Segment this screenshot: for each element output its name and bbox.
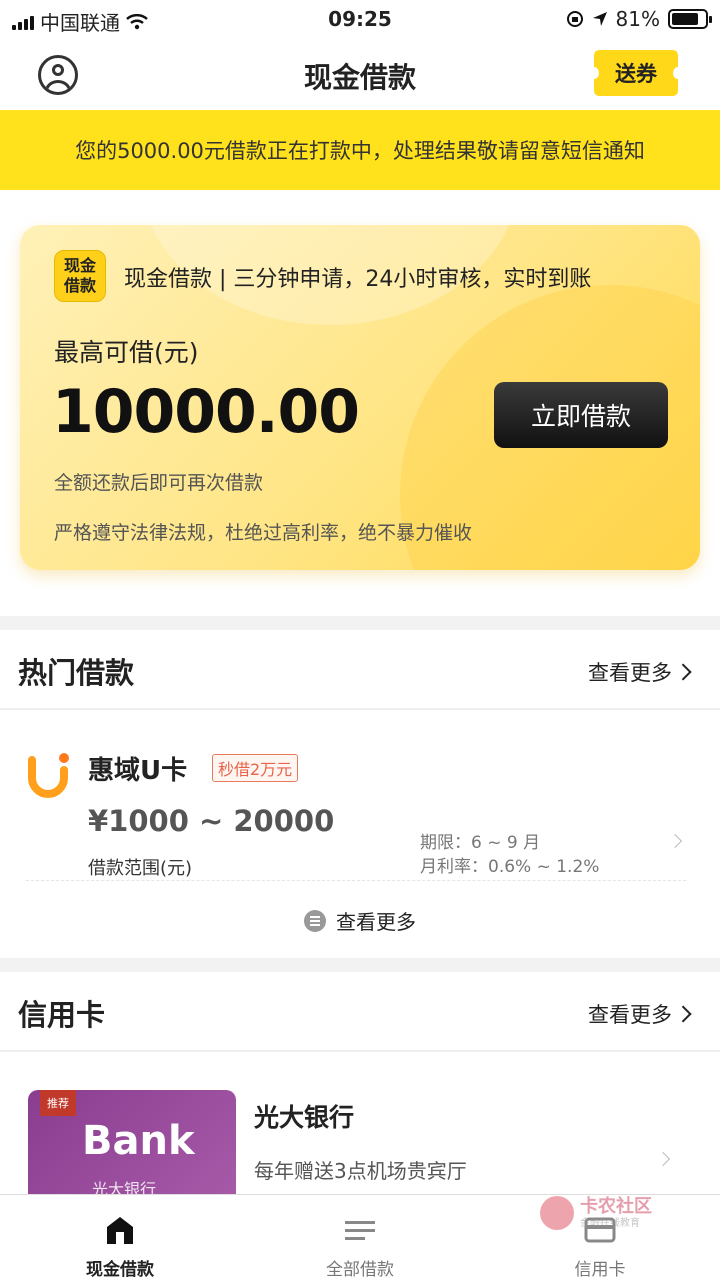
status-right: 81% — [566, 7, 712, 31]
list-icon — [345, 1221, 375, 1240]
tab-label: 信用卡 — [574, 1260, 626, 1280]
notice-banner: 您的5000.00元借款正在打款中，处理结果敬请留意短信通知 — [0, 110, 720, 190]
coupon-button[interactable]: 送券 — [589, 50, 683, 96]
hot-loans-section: 热门借款 查看更多 惠域U卡 秒借2万元 ¥1000 ~ 20000 借款范围(… — [0, 630, 720, 958]
tab-label: 全部借款 — [326, 1260, 394, 1280]
chevron-right-icon — [674, 1005, 692, 1023]
max-amount-value: 10000.00 — [52, 377, 360, 447]
home-icon — [107, 1217, 133, 1244]
hot-loans-title: 热门借款 — [18, 656, 135, 690]
loan-list-item[interactable]: 惠域U卡 秒借2万元 ¥1000 ~ 20000 借款范围(元) 期限：6 ~ … — [0, 710, 720, 882]
cash-loan-logo: 现金 借款 — [54, 250, 106, 302]
credit-card-title: 信用卡 — [18, 998, 106, 1032]
community-watermark: 卡农社区 金融在线教育 — [540, 1192, 670, 1232]
loan-rate: 月利率：0.6% ~ 1.2% — [420, 857, 600, 877]
loan-tag: 秒借2万元 — [212, 754, 299, 782]
notice-text: 您的5000.00元借款正在打款中，处理结果敬请留意短信通知 — [75, 139, 645, 163]
watermark-logo-icon — [540, 1196, 574, 1230]
chevron-right-icon — [667, 833, 683, 849]
tab-all-loans[interactable]: 全部借款 — [240, 1195, 480, 1280]
loan-range: ¥1000 ~ 20000 — [88, 804, 335, 838]
chevron-right-icon — [674, 663, 692, 681]
hero-slogan: 现金借款 | 三分钟申请，24小时审核，实时到账 — [124, 267, 592, 292]
loan-term: 期限：6 ~ 9 月 — [420, 833, 541, 853]
loan-hero-card: 现金 借款 现金借款 | 三分钟申请，24小时审核，实时到账 最高可借(元) 1… — [20, 225, 700, 570]
hot-loans-more-link[interactable]: 查看更多 — [588, 657, 692, 687]
tab-cash-loan[interactable]: 现金借款 — [0, 1195, 240, 1280]
nav-bar: 现金借款 送券 — [0, 38, 720, 110]
repay-note: 全额还款后即可再次借款 — [54, 472, 264, 494]
orientation-lock-icon — [566, 11, 583, 27]
recommend-badge: 推荐 — [40, 1090, 76, 1116]
status-bar: 中国联通 09:25 81% — [0, 0, 720, 38]
credit-card-more-link[interactable]: 查看更多 — [588, 999, 692, 1029]
card-thumbnail[interactable]: 推荐 Bank 光大银行 — [28, 1090, 236, 1200]
battery-icon — [668, 9, 712, 29]
hero-section: 现金 借款 现金借款 | 三分钟申请，24小时审核，实时到账 最高可借(元) 1… — [0, 190, 720, 616]
loan-name: 惠域U卡 — [88, 756, 188, 786]
list-icon — [304, 909, 326, 932]
borrow-now-button[interactable]: 立即借款 — [494, 382, 668, 448]
tab-label: 现金借款 — [86, 1260, 154, 1280]
bank-name[interactable]: 光大银行 — [254, 1098, 354, 1134]
huiyu-u-card-logo-icon — [28, 753, 69, 798]
hot-loans-see-more[interactable]: 查看更多 — [0, 906, 720, 935]
max-amount-label: 最高可借(元) — [54, 338, 199, 367]
card-benefit: 每年赠送3点机场贵宾厅 — [254, 1159, 467, 1183]
loan-range-label: 借款范围(元) — [88, 858, 193, 879]
location-icon — [592, 12, 607, 26]
compliance-note: 严格遵守法律法规，杜绝过高利率，绝不暴力催收 — [54, 522, 473, 544]
battery-percent: 81% — [615, 7, 660, 31]
card-brand-word: Bank — [82, 1118, 195, 1164]
